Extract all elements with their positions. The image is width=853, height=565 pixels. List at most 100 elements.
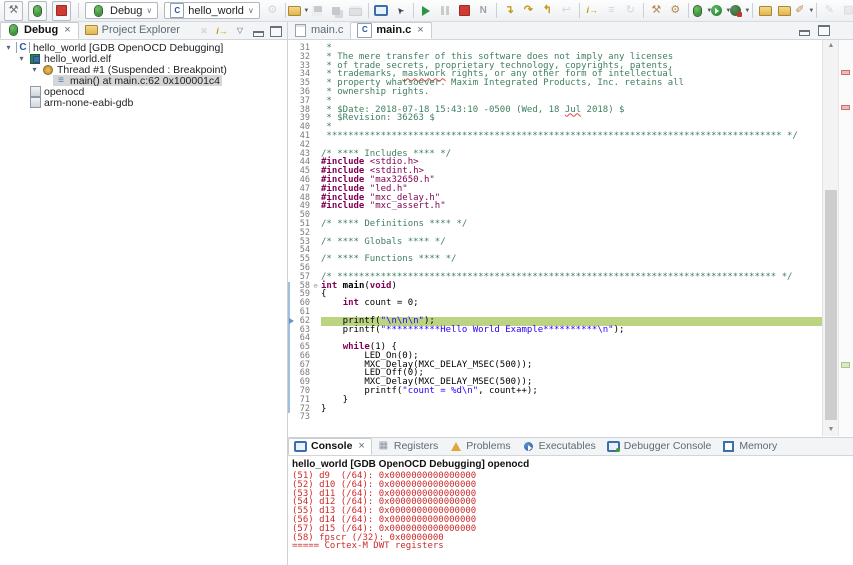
open-console-button[interactable] bbox=[373, 2, 390, 20]
maximize-view-button[interactable] bbox=[268, 23, 284, 39]
code-line[interactable]: 72} bbox=[288, 405, 823, 414]
dbgcon-icon bbox=[607, 440, 620, 453]
fold-spacer bbox=[310, 62, 321, 71]
instruction-stepping-button[interactable]: i→ bbox=[584, 2, 601, 20]
tab-debugger-console[interactable]: Debugger Console bbox=[602, 438, 718, 455]
tree-item[interactable]: arm-none-eabi-gdb bbox=[0, 97, 286, 108]
code-line[interactable]: 63 printf("**********Hello World Example… bbox=[288, 326, 823, 335]
disconnect-button[interactable]: N bbox=[475, 2, 492, 20]
resume-button[interactable] bbox=[418, 2, 435, 20]
run-icon bbox=[709, 3, 724, 18]
build-button[interactable]: ⚒ bbox=[4, 1, 23, 21]
code-line[interactable]: 41 *************************************… bbox=[288, 132, 823, 141]
search-button[interactable]: ✐▼ bbox=[795, 2, 812, 20]
tab-memory[interactable]: Memory bbox=[717, 438, 783, 455]
maximize-editor-button[interactable] bbox=[815, 21, 832, 39]
gear-icon: ⚙ bbox=[265, 3, 280, 18]
tree-item[interactable]: ▾Chello_world [GDB OpenOCD Debugging] bbox=[0, 42, 286, 53]
code-text: * $Revision: 36263 $ bbox=[321, 114, 823, 123]
code-line[interactable]: 60 int count = 0; bbox=[288, 299, 823, 308]
debug-button[interactable] bbox=[28, 1, 47, 21]
tab-executables[interactable]: Executables bbox=[517, 438, 602, 455]
drop-frame-icon: ↩ bbox=[559, 3, 574, 18]
tree-item[interactable]: ▾ hello_world.elf bbox=[0, 53, 286, 64]
run-dropdown-button[interactable]: ▼ bbox=[712, 2, 729, 20]
code-editor[interactable]: 31 *32 * The mere transfer of this softw… bbox=[288, 40, 823, 436]
new-c-project-button[interactable]: ⚙ bbox=[667, 2, 684, 20]
code-line[interactable]: 73 bbox=[288, 413, 823, 422]
focus-on-stack-button[interactable]: i→ bbox=[214, 23, 230, 39]
code-line[interactable]: 55/* **** Functions **** */ bbox=[288, 255, 823, 264]
tab-problems[interactable]: Problems bbox=[444, 438, 516, 455]
close-icon[interactable]: × bbox=[358, 440, 364, 452]
tab-debug[interactable]: Debug× bbox=[0, 22, 79, 39]
code-line[interactable]: 36 * ownership rights. bbox=[288, 88, 823, 97]
fold-spacer bbox=[310, 176, 321, 185]
bug-icon bbox=[91, 3, 106, 18]
proc-icon bbox=[29, 86, 41, 97]
terminate-launch-button[interactable] bbox=[52, 1, 71, 21]
debug-launch-tree: ▾Chello_world [GDB OpenOCD Debugging]▾he… bbox=[0, 42, 286, 108]
code-line[interactable]: 39 * $Revision: 36263 $ bbox=[288, 114, 823, 123]
select-pointer-button[interactable]: ➤ bbox=[392, 2, 409, 20]
tab-console[interactable]: Console× bbox=[288, 438, 372, 455]
new-wizard-button[interactable]: ▼ bbox=[290, 2, 307, 20]
gutter[interactable]: 73 bbox=[288, 413, 321, 422]
view-menu-button[interactable]: ▽ bbox=[232, 23, 248, 39]
launch-config-combo[interactable]: Chello_world∨ bbox=[164, 2, 260, 19]
code-line[interactable]: 71 } bbox=[288, 396, 823, 405]
fold-collapse-icon[interactable]: ⊖ bbox=[310, 282, 321, 291]
tab-main-c-header[interactable]: main.c bbox=[288, 22, 350, 39]
launch-mode-combo[interactable]: Debug∨ bbox=[85, 2, 158, 19]
spelling-annotation-mark[interactable] bbox=[841, 105, 850, 110]
tree-item-label: hello_world [GDB OpenOCD Debugging] bbox=[33, 42, 223, 53]
code-line[interactable]: 49#include "mxc_assert.h" bbox=[288, 202, 823, 211]
step-over-button[interactable]: ↷ bbox=[520, 2, 537, 20]
tree-item-label: hello_world.elf bbox=[44, 53, 111, 64]
build-project-button[interactable]: ⚒ bbox=[648, 2, 665, 20]
current-line-annotation-mark[interactable] bbox=[841, 362, 850, 368]
twisty-expanded-icon[interactable]: ▾ bbox=[3, 43, 14, 52]
minimize-view-button[interactable] bbox=[250, 23, 266, 39]
terminate-debug-button[interactable] bbox=[456, 2, 473, 20]
debug-view-tabbar: Debug×Project Explorer✖i→▽ bbox=[0, 22, 287, 40]
code-line[interactable]: 53/* **** Globals **** */ bbox=[288, 238, 823, 247]
pointer-icon: ➤ bbox=[390, 0, 411, 21]
close-project-button[interactable] bbox=[776, 2, 793, 20]
tab-registers[interactable]: ▦Registers bbox=[372, 438, 444, 455]
fold-spacer bbox=[310, 88, 321, 97]
tree-item[interactable]: ▾Thread #1 (Suspended : Breakpoint) bbox=[0, 64, 286, 75]
scrollbar-up-icon[interactable]: ▲ bbox=[823, 40, 839, 52]
editor-scrollbar[interactable]: ▲ ▼ bbox=[822, 40, 839, 436]
step-into-button[interactable]: ↴ bbox=[501, 2, 518, 20]
tree-item[interactable]: openocd bbox=[0, 86, 286, 97]
tab-project-explorer[interactable]: Project Explorer bbox=[79, 22, 187, 39]
stop-icon bbox=[457, 3, 472, 18]
tab-main-c[interactable]: Cmain.c× bbox=[350, 22, 431, 39]
code-line[interactable]: 51/* **** Definitions **** */ bbox=[288, 220, 823, 229]
cfile-icon: C bbox=[16, 42, 30, 53]
line-number: 73 bbox=[290, 413, 310, 422]
step-return-button[interactable]: ↰ bbox=[539, 2, 556, 20]
spelling-annotation-mark[interactable] bbox=[841, 70, 850, 75]
profile-dropdown-button[interactable]: ▼ bbox=[731, 2, 748, 20]
twisty-expanded-icon[interactable]: ▾ bbox=[16, 54, 27, 63]
open-project-button[interactable] bbox=[757, 2, 774, 20]
bug-icon bbox=[30, 3, 45, 18]
close-icon[interactable]: × bbox=[417, 24, 423, 36]
fold-spacer bbox=[310, 202, 321, 211]
tree-item[interactable]: ≡main() at main.c:62 0x100001c4 bbox=[0, 75, 286, 86]
minimize-editor-button[interactable] bbox=[796, 21, 813, 39]
code-line[interactable]: 70 printf("count = %d\n", count++); bbox=[288, 387, 823, 396]
scrollbar-thumb[interactable] bbox=[825, 190, 837, 420]
toolbar-separator bbox=[752, 3, 753, 18]
code-line[interactable]: 58⊖int main(void) bbox=[288, 282, 823, 291]
scrollbar-down-icon[interactable]: ▼ bbox=[823, 424, 839, 436]
overview-ruler[interactable] bbox=[838, 40, 853, 436]
close-icon[interactable]: × bbox=[64, 24, 70, 36]
tree-item-content: openocd bbox=[27, 86, 86, 97]
code-text: int count = 0; bbox=[321, 299, 823, 308]
debug-dropdown-button[interactable]: ▼ bbox=[693, 2, 710, 20]
twisty-expanded-icon[interactable]: ▾ bbox=[29, 65, 40, 74]
code-text: /* **** Functions **** */ bbox=[321, 255, 823, 264]
